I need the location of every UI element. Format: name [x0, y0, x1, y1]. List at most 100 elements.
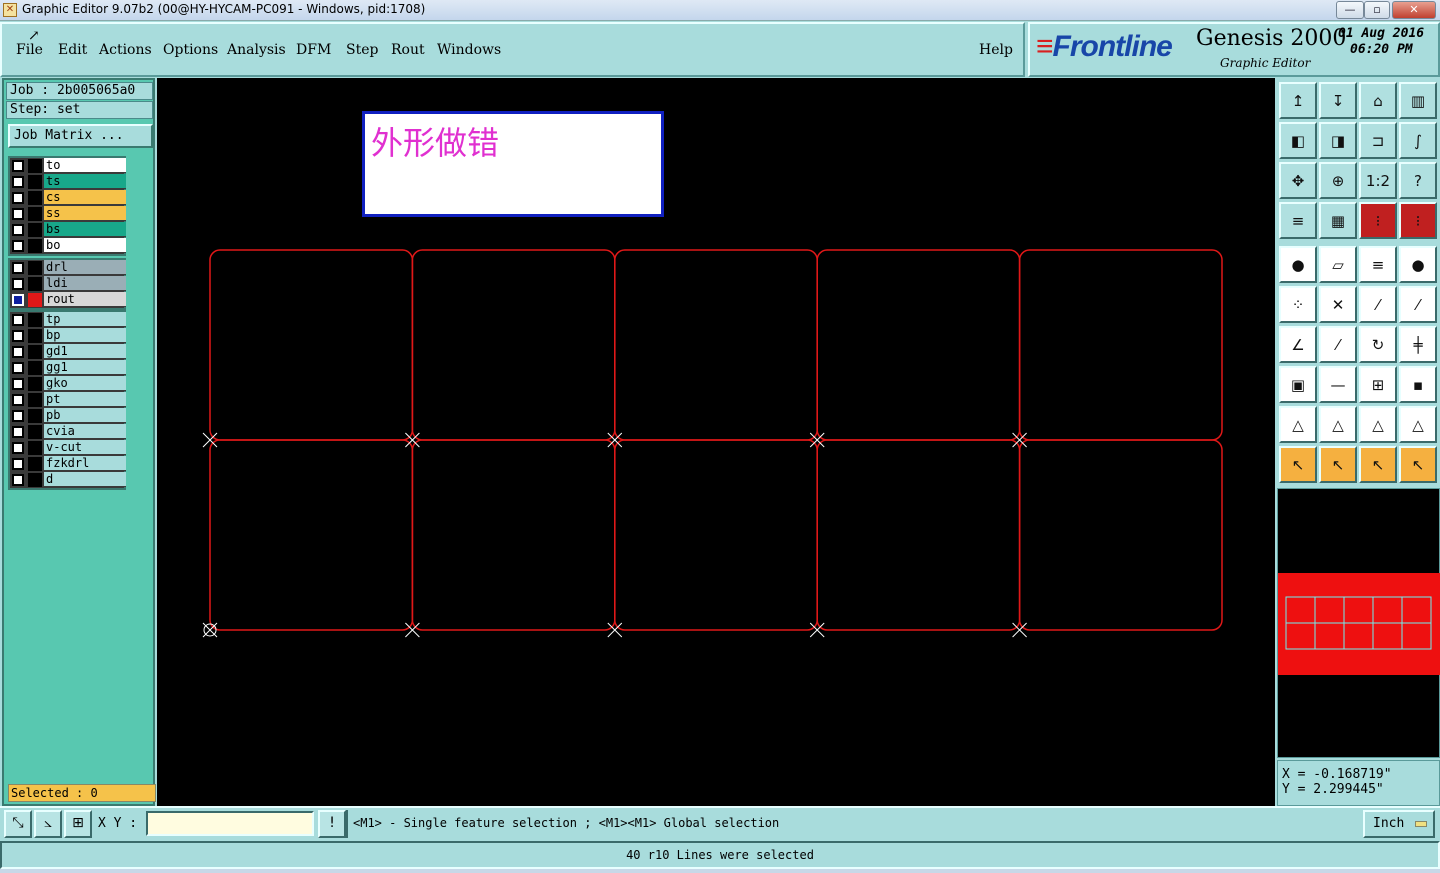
layer-checkbox[interactable]: [12, 294, 24, 306]
layer-row-drl[interactable]: drl: [10, 260, 126, 276]
menu-edit[interactable]: Edit: [58, 42, 87, 58]
tri-icon[interactable]: △: [1279, 406, 1317, 443]
delete-icon[interactable]: ✕: [1319, 286, 1357, 323]
layer-row-rout[interactable]: rout: [10, 292, 126, 308]
zoom-icon[interactable]: ⤡: [4, 810, 32, 838]
layer-row-v-cut[interactable]: v-cut: [10, 440, 126, 456]
layer-checkbox[interactable]: [12, 410, 24, 422]
pad-icon[interactable]: ●: [1279, 246, 1317, 283]
text-icon[interactable]: ╪: [1399, 326, 1437, 363]
layer-row-ts[interactable]: ts: [10, 174, 126, 190]
warning-button[interactable]: !: [318, 810, 346, 838]
layer-row-bs[interactable]: bs: [10, 222, 126, 238]
layer-checkbox[interactable]: [12, 458, 24, 470]
break-icon[interactable]: —: [1319, 366, 1357, 403]
layer-row-pt[interactable]: pt: [10, 392, 126, 408]
ruler-icon[interactable]: ≡: [1359, 246, 1397, 283]
menu-dfm[interactable]: DFM: [296, 42, 331, 58]
layer-row-ss[interactable]: ss: [10, 206, 126, 222]
xy-input[interactable]: [146, 811, 314, 836]
menu-actions[interactable]: Actions: [99, 42, 152, 58]
layer-checkbox[interactable]: [12, 262, 24, 274]
layer-checkbox[interactable]: [12, 192, 24, 204]
tri-a-icon[interactable]: △: [1359, 406, 1397, 443]
layer-checkbox[interactable]: [12, 442, 24, 454]
layer-checkbox[interactable]: [12, 208, 24, 220]
menu-windows[interactable]: Windows: [437, 42, 501, 58]
measure-icon[interactable]: ⦣: [34, 810, 62, 838]
layer-name[interactable]: fzkdrl: [44, 456, 126, 471]
layer-row-bo[interactable]: bo: [10, 238, 126, 254]
scale-icon[interactable]: 1:2: [1359, 162, 1397, 199]
copy-icon[interactable]: ▪: [1399, 366, 1437, 403]
layer-row-gko[interactable]: gko: [10, 376, 126, 392]
layer-name[interactable]: ts: [44, 174, 126, 189]
layer-row-pb[interactable]: pb: [10, 408, 126, 424]
layer-row-cs[interactable]: cs: [10, 190, 126, 206]
layer-checkbox[interactable]: [12, 224, 24, 236]
resize-icon[interactable]: ⊞: [1359, 366, 1397, 403]
layer-checkbox[interactable]: [12, 394, 24, 406]
home-icon[interactable]: ⌂: [1359, 82, 1397, 119]
layer-name[interactable]: bo: [44, 238, 126, 253]
layer-checkbox[interactable]: [12, 346, 24, 358]
layer-name[interactable]: ss: [44, 206, 126, 221]
layer-name[interactable]: pt: [44, 392, 126, 407]
select-icon[interactable]: ↖: [1279, 446, 1317, 483]
menu-step[interactable]: Step: [346, 42, 378, 58]
layer-name[interactable]: pb: [44, 408, 126, 423]
layer-checkbox[interactable]: [12, 176, 24, 188]
minimize-button[interactable]: —: [1336, 1, 1364, 19]
grid-icon[interactable]: ▦: [1319, 202, 1357, 239]
layer-name[interactable]: cvia: [44, 424, 126, 439]
menu-file[interactable]: File: [16, 42, 43, 58]
layer-row-d[interactable]: d: [10, 472, 126, 488]
select-box-icon[interactable]: ↖: [1319, 446, 1357, 483]
move-icon[interactable]: ▣: [1279, 366, 1317, 403]
draw-icon[interactable]: ⁄: [1319, 326, 1357, 363]
layer-checkbox[interactable]: [12, 378, 24, 390]
layer-checkbox[interactable]: [12, 426, 24, 438]
pan-right-icon[interactable]: ◨: [1319, 122, 1357, 159]
help-icon[interactable]: ?: [1399, 162, 1437, 199]
layer-name[interactable]: tp: [44, 312, 126, 327]
select-poly-icon[interactable]: ↖: [1359, 446, 1397, 483]
tri-b-icon[interactable]: △: [1399, 406, 1437, 443]
snap-off-icon[interactable]: ⁝: [1399, 202, 1437, 239]
job-matrix-button[interactable]: Job Matrix ...: [8, 124, 153, 148]
layer-checkbox[interactable]: [12, 278, 24, 290]
layer-name[interactable]: ldi: [44, 276, 126, 291]
layer-name[interactable]: cs: [44, 190, 126, 205]
maximize-button[interactable]: ▫: [1364, 1, 1390, 19]
layer-row-fzkdrl[interactable]: fzkdrl: [10, 456, 126, 472]
layer-name[interactable]: rout: [44, 292, 126, 307]
snap-on-icon[interactable]: ⁝: [1359, 202, 1397, 239]
layer-name[interactable]: gko: [44, 376, 126, 391]
layer-name[interactable]: d: [44, 472, 126, 487]
fit-icon[interactable]: ⊐: [1359, 122, 1397, 159]
layer-checkbox[interactable]: [12, 240, 24, 252]
zoom-out-icon[interactable]: ↧: [1319, 82, 1357, 119]
angle-icon[interactable]: ∠: [1279, 326, 1317, 363]
layer-row-gd1[interactable]: gd1: [10, 344, 126, 360]
nodes-icon[interactable]: ⁘: [1279, 286, 1317, 323]
zoom-in-icon[interactable]: ↥: [1279, 82, 1317, 119]
layer-name[interactable]: bs: [44, 222, 126, 237]
layer-row-to[interactable]: to: [10, 158, 126, 174]
layer-checkbox[interactable]: [12, 362, 24, 374]
overview-map[interactable]: [1277, 488, 1440, 758]
layer-row-gg1[interactable]: gg1: [10, 360, 126, 376]
center-icon[interactable]: ⊕: [1319, 162, 1357, 199]
polygon-icon[interactable]: ▱: [1319, 246, 1357, 283]
layer-row-tp[interactable]: tp: [10, 312, 126, 328]
layer-row-bp[interactable]: bp: [10, 328, 126, 344]
settings-icon[interactable]: ≡: [1279, 202, 1317, 239]
layer-name[interactable]: gd1: [44, 344, 126, 359]
arc-icon[interactable]: ⁄: [1399, 286, 1437, 323]
layer-name[interactable]: v-cut: [44, 440, 126, 455]
pan-left-icon[interactable]: ◧: [1279, 122, 1317, 159]
layer-checkbox[interactable]: [12, 314, 24, 326]
layer-checkbox[interactable]: [12, 330, 24, 342]
snap-icon[interactable]: ⊞: [64, 810, 92, 838]
layer-checkbox[interactable]: [12, 474, 24, 486]
